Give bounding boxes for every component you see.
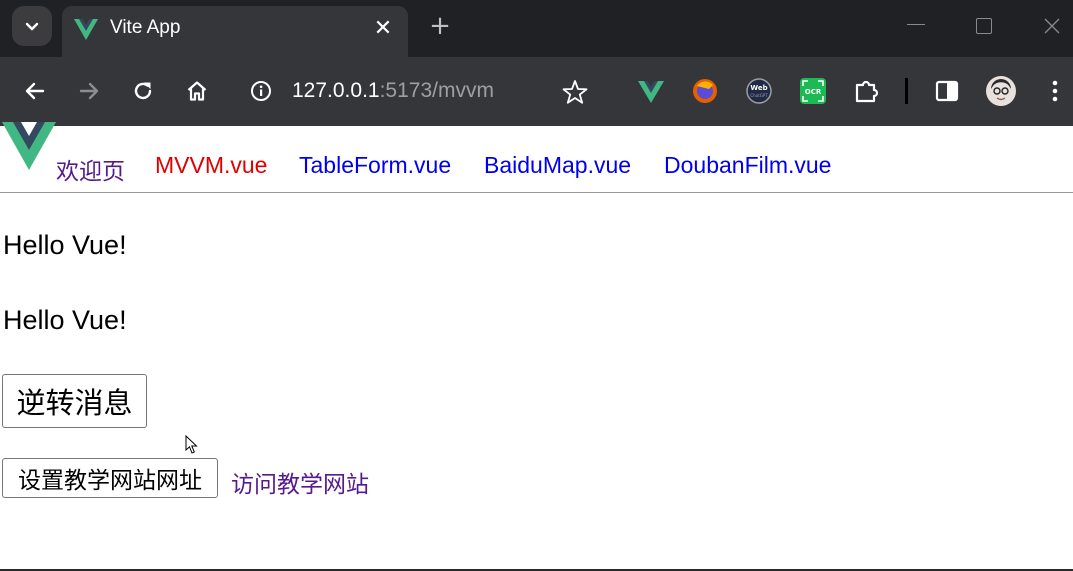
tab-close-icon[interactable]: ✕	[370, 15, 396, 41]
vue-logo-icon	[74, 19, 98, 40]
tab-title: Vite App	[110, 17, 181, 38]
svg-text:OCR: OCR	[805, 88, 822, 96]
maximize-icon[interactable]	[976, 18, 992, 34]
new-tab-icon[interactable]: +	[426, 12, 454, 40]
forward-button[interactable]	[73, 75, 105, 107]
arrow-right-icon	[79, 82, 99, 100]
message-text: Hello Vue!	[3, 230, 127, 260]
nav-link-doubanfilm[interactable]: DoubanFilm.vue	[664, 152, 831, 179]
message-text-2: Hello Vue!	[3, 305, 127, 335]
vue-devtools-icon[interactable]	[637, 77, 665, 105]
reload-icon	[134, 82, 152, 100]
extensions-puzzle-icon[interactable]	[853, 77, 881, 105]
url-path: :5173/mvvm	[379, 79, 494, 102]
browser-toolbar: 127.0.0.1:5173/mvvm Web ChatGPT OCR	[0, 57, 1073, 126]
nav-link-mvvm[interactable]: MVVM.vue	[155, 152, 267, 179]
app-nav: 欢迎页 MVVM.vue TableForm.vue BaiduMap.vue …	[0, 122, 1073, 193]
page-viewport: 欢迎页 MVVM.vue TableForm.vue BaiduMap.vue …	[0, 122, 1073, 571]
chevron-down-icon	[25, 22, 39, 31]
reload-button[interactable]	[127, 75, 159, 107]
nav-link-tableform[interactable]: TableForm.vue	[299, 152, 451, 179]
active-tab[interactable]: Vite App ✕	[62, 6, 408, 57]
nav-link-welcome[interactable]: 欢迎页	[56, 152, 125, 186]
url-host: 127.0.0.1	[292, 79, 380, 102]
minimize-icon[interactable]	[907, 24, 925, 25]
firefox-relay-icon[interactable]	[691, 77, 719, 105]
svg-text:Web: Web	[750, 84, 767, 92]
window-close-icon[interactable]	[1040, 14, 1064, 38]
set-site-url-button[interactable]: 设置教学网站网址	[2, 458, 218, 498]
url-text[interactable]: 127.0.0.1:5173/mvvm	[292, 79, 494, 103]
tab-search-button[interactable]	[12, 6, 52, 46]
svg-text:ChatGPT: ChatGPT	[750, 93, 768, 98]
site-info-icon[interactable]	[250, 80, 272, 102]
toolbar-divider	[905, 78, 908, 104]
profile-avatar[interactable]	[985, 75, 1017, 107]
back-button[interactable]	[19, 75, 51, 107]
more-menu-icon[interactable]	[1041, 77, 1069, 105]
home-button[interactable]	[181, 75, 213, 107]
bookmark-star-icon[interactable]	[561, 78, 589, 106]
tab-strip: Vite App ✕ +	[0, 0, 1073, 57]
ocr-icon[interactable]: OCR	[799, 77, 827, 105]
arrow-left-icon	[25, 82, 45, 100]
home-icon	[187, 81, 207, 101]
vue-logo-icon	[2, 122, 56, 170]
visit-site-link[interactable]: 访问教学网站	[231, 465, 369, 499]
webchatgpt-icon[interactable]: Web ChatGPT	[745, 77, 773, 105]
address-bar[interactable]: 127.0.0.1:5173/mvvm	[236, 68, 548, 114]
reverse-message-button[interactable]: 逆转消息	[2, 374, 147, 428]
mouse-cursor-icon	[185, 435, 198, 454]
side-panel-icon[interactable]	[933, 77, 961, 105]
nav-link-baidumap[interactable]: BaiduMap.vue	[484, 152, 631, 179]
